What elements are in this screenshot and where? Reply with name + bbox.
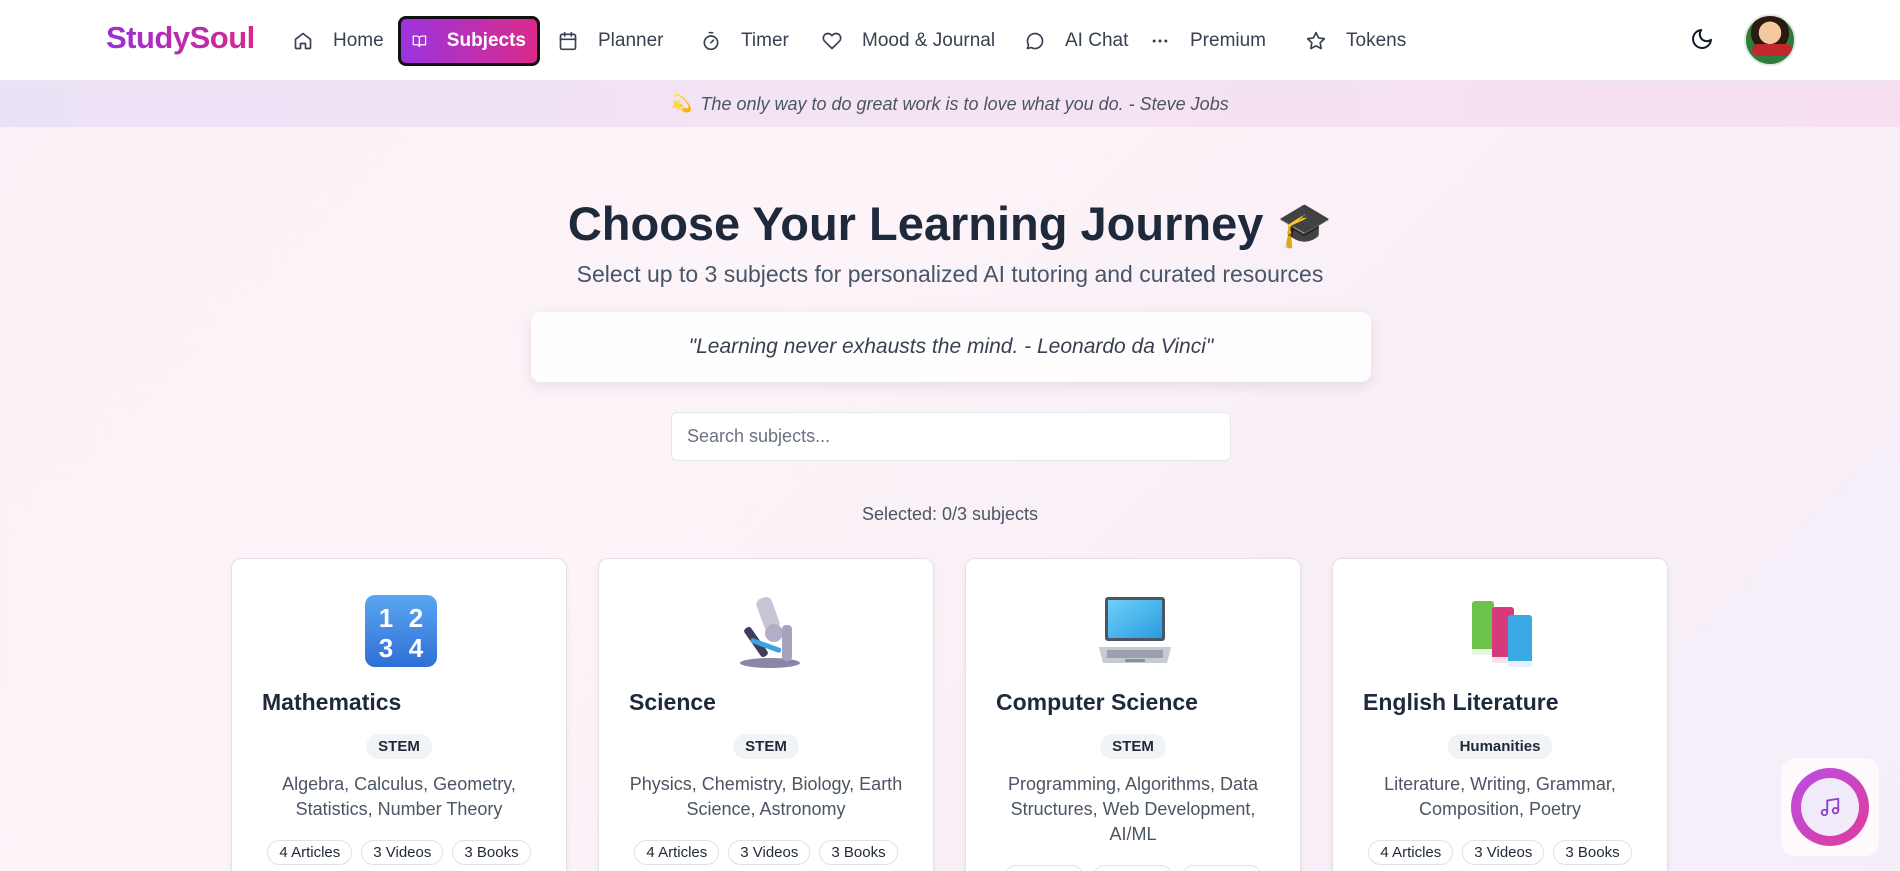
books-chip: 3 Books	[819, 840, 898, 865]
dizzy-icon: 💫	[671, 94, 693, 113]
subject-description: Physics, Chemistry, Biology, Earth Scien…	[629, 774, 903, 819]
resource-chips: 4 Articles 3 Videos 3 Books	[232, 840, 566, 865]
category-badge: STEM	[366, 734, 432, 759]
nav-item-ai-chat[interactable]: AI Chat	[1011, 16, 1142, 66]
subject-card-computer-science[interactable]: Computer Science STEM Programming, Algor…	[965, 558, 1301, 871]
star-icon	[1306, 31, 1326, 50]
books-chip: 3 Books	[1553, 840, 1632, 865]
selected-count: Selected: 0/3 subjects	[861, 504, 1039, 524]
articles-chip	[1004, 865, 1084, 871]
nav-item-subjects[interactable]: Subjects	[398, 16, 540, 66]
articles-chip: 4 Articles	[267, 840, 353, 865]
music-button-inner	[1801, 778, 1859, 836]
page-title-wrap: Choose Your Learning Journey 🎓	[0, 196, 1900, 251]
search-input[interactable]	[671, 412, 1231, 461]
nav-label: Subjects	[446, 30, 526, 51]
subject-title: Science	[629, 689, 716, 715]
category-badge: STEM	[733, 734, 799, 759]
quote-card: "Learning never exhausts the mind. - Leo…	[531, 312, 1371, 382]
quote-banner: 💫 The only way to do great work is to lo…	[0, 81, 1900, 127]
nav-label: Planner	[598, 30, 664, 51]
timer-icon	[703, 31, 719, 51]
book-open-icon	[412, 35, 427, 48]
books-icon	[1472, 601, 1532, 667]
microscope-icon	[740, 596, 800, 668]
resource-chips: 4 Articles 3 Videos 3 Books	[1333, 840, 1667, 865]
nav-label: Timer	[741, 30, 789, 51]
videos-chip: 3 Videos	[728, 840, 811, 865]
subject-title: Mathematics	[262, 689, 402, 715]
top-navbar: StudySoul Home Subjects Planner Timer Mo…	[0, 0, 1900, 81]
chat-bubble-icon	[1026, 32, 1044, 50]
svg-text:4: 4	[409, 633, 424, 663]
category-badge: STEM	[1100, 734, 1166, 759]
nav-item-timer[interactable]: Timer	[687, 16, 803, 66]
videos-chip: 3 Videos	[361, 840, 444, 865]
books-chip: 3 Books	[452, 840, 531, 865]
subject-card-english-literature[interactable]: English Literature Humanities Literature…	[1332, 558, 1668, 871]
nav-item-premium[interactable]: Premium	[1136, 16, 1280, 66]
home-icon	[294, 32, 312, 50]
nav-label: AI Chat	[1065, 30, 1129, 51]
subject-description: Algebra, Calculus, Geometry, Statistics,…	[282, 774, 516, 819]
music-note-icon	[1820, 797, 1840, 817]
nav-label: Mood & Journal	[862, 30, 996, 51]
page-title: Choose Your Learning Journey	[567, 197, 1264, 250]
books-chip	[1182, 865, 1262, 871]
moon-icon[interactable]	[1690, 27, 1714, 51]
subject-title: Computer Science	[996, 689, 1198, 715]
music-player-container	[1781, 758, 1879, 856]
nav-item-tokens[interactable]: Tokens	[1292, 16, 1420, 66]
heart-icon	[822, 32, 842, 50]
nav-item-mood-journal[interactable]: Mood & Journal	[808, 16, 1009, 66]
nav-item-planner[interactable]: Planner	[544, 16, 678, 66]
resource-chips: 4 Articles 3 Videos 3 Books	[599, 840, 933, 865]
subject-title: English Literature	[1363, 689, 1559, 715]
app-logo[interactable]: StudySoul	[106, 20, 255, 56]
resource-chips	[966, 865, 1300, 871]
nav-label: Tokens	[1346, 30, 1407, 51]
page-subtitle: Select up to 3 subjects for personalized…	[576, 261, 1324, 287]
nav-item-home[interactable]: Home	[279, 16, 398, 66]
more-dots-icon	[1152, 39, 1168, 43]
graduation-cap-icon: 🎓	[1277, 201, 1333, 250]
calendar-icon	[559, 31, 577, 51]
numbers-1234-icon: 1 2 3 4	[365, 595, 437, 667]
videos-chip	[1093, 865, 1173, 871]
videos-chip: 3 Videos	[1462, 840, 1545, 865]
svg-text:1: 1	[379, 603, 393, 633]
svg-text:3: 3	[379, 633, 393, 663]
banner-quote: The only way to do great work is to love…	[700, 93, 1229, 114]
subject-card-science[interactable]: Science STEM Physics, Chemistry, Biology…	[598, 558, 934, 871]
articles-chip: 4 Articles	[634, 840, 720, 865]
svg-text:2: 2	[409, 603, 423, 633]
subject-card-mathematics[interactable]: 1 2 3 4 Mathematics STEM Algebra, Calcul…	[231, 558, 567, 871]
nav-label: Home	[333, 30, 384, 51]
subject-description: Programming, Algorithms, Data Structures…	[1007, 774, 1259, 844]
articles-chip: 4 Articles	[1368, 840, 1454, 865]
avatar[interactable]	[1744, 14, 1796, 66]
subject-description: Literature, Writing, Grammar, Compositio…	[1384, 774, 1616, 819]
laptop-icon	[1099, 597, 1171, 663]
category-badge: Humanities	[1447, 734, 1553, 759]
music-button[interactable]	[1791, 768, 1869, 846]
nav-label: Premium	[1190, 30, 1267, 51]
